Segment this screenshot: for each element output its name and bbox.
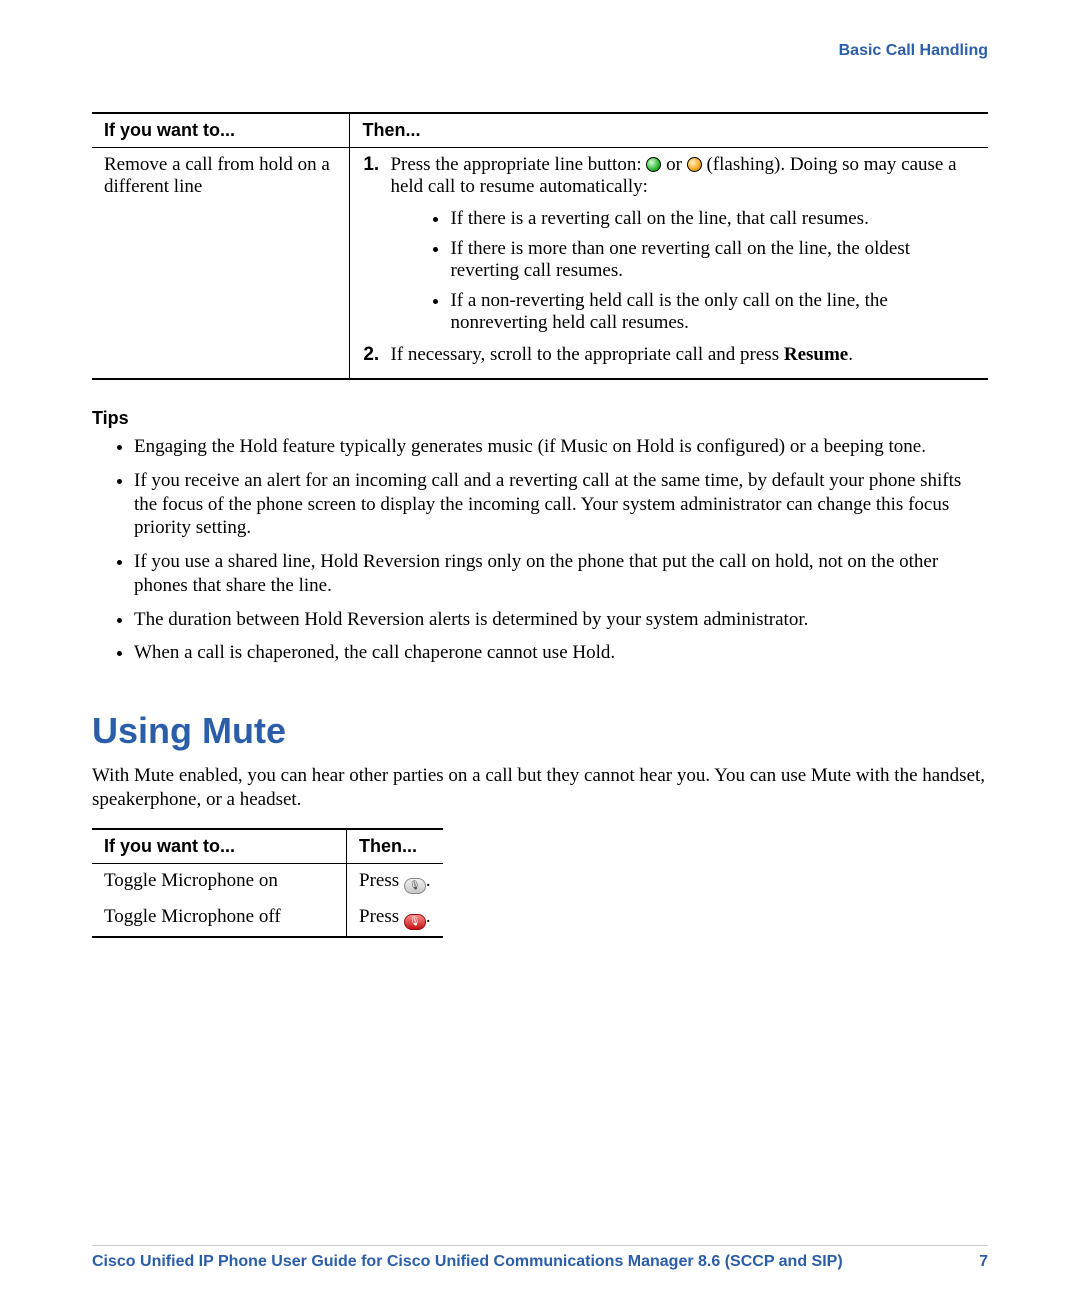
col-header-want: If you want to... (92, 113, 350, 148)
using-mute-heading: Using Mute (92, 710, 988, 752)
want-cell: Toggle Microphone off (92, 900, 347, 937)
mute-button-grey-icon (404, 878, 426, 894)
step1-text-mid: or (666, 154, 687, 175)
document-page: Basic Call Handling If you want to... Th… (0, 0, 1080, 1311)
tips-heading: Tips (92, 408, 988, 429)
col-header-then: Then... (350, 113, 988, 148)
step-1: Press the appropriate line button: or (f… (384, 154, 976, 334)
table-row: Toggle Microphone on Press . (92, 863, 443, 900)
period: . (426, 906, 431, 927)
col-header-then: Then... (347, 829, 443, 864)
period: . (426, 870, 431, 891)
footer-title: Cisco Unified IP Phone User Guide for Ci… (92, 1253, 843, 1271)
table-row: Toggle Microphone off Press . (92, 900, 443, 937)
line-button-amber-icon (687, 157, 702, 172)
page-number: 7 (979, 1253, 988, 1271)
step2-text-post: . (848, 344, 853, 365)
tip-item: If you use a shared line, Hold Reversion… (134, 550, 988, 598)
sub-bullet: If there is a reverting call on the line… (450, 208, 976, 230)
mute-table: If you want to... Then... Toggle Microph… (92, 828, 443, 938)
step1-text-pre: Press the appropriate line button: (390, 154, 646, 175)
mute-intro: With Mute enabled, you can hear other pa… (92, 764, 988, 812)
tips-list: Engaging the Hold feature typically gene… (92, 435, 988, 665)
line-button-green-icon (646, 157, 661, 172)
then-cell: Press . (347, 863, 443, 900)
page-content: If you want to... Then... Remove a call … (92, 112, 988, 938)
table-row: Remove a call from hold on a different l… (92, 148, 988, 380)
hold-table: If you want to... Then... Remove a call … (92, 112, 988, 380)
press-text: Press (359, 870, 404, 891)
tip-item: When a call is chaperoned, the call chap… (134, 641, 988, 665)
mute-button-red-icon (404, 914, 426, 930)
sub-bullet: If a non-reverting held call is the only… (450, 290, 976, 334)
resume-keyword: Resume (784, 344, 848, 365)
tip-item: If you receive an alert for an incoming … (134, 469, 988, 540)
running-header: Basic Call Handling (839, 42, 988, 60)
col-header-want: If you want to... (92, 829, 347, 864)
sub-bullet: If there is more than one reverting call… (450, 238, 976, 282)
want-cell: Remove a call from hold on a different l… (92, 148, 350, 380)
tip-item: Engaging the Hold feature typically gene… (134, 435, 988, 459)
tip-item: The duration between Hold Reversion aler… (134, 608, 988, 632)
then-cell: Press . (347, 900, 443, 937)
then-cell: Press the appropriate line button: or (f… (350, 148, 988, 380)
want-cell: Toggle Microphone on (92, 863, 347, 900)
step-2: If necessary, scroll to the appropriate … (384, 344, 976, 366)
press-text: Press (359, 906, 404, 927)
step2-text-pre: If necessary, scroll to the appropriate … (390, 344, 783, 365)
page-footer: Cisco Unified IP Phone User Guide for Ci… (92, 1253, 988, 1271)
